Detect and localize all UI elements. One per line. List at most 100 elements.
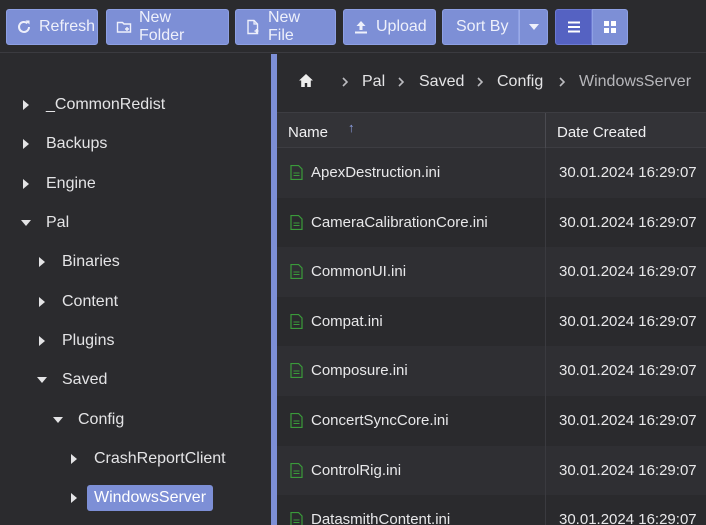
file-icon xyxy=(290,313,303,333)
tree-item-plugins[interactable]: Plugins xyxy=(35,326,121,356)
file-icon xyxy=(290,164,303,184)
sort-dropdown-button[interactable] xyxy=(519,9,548,45)
new-folder-button[interactable]: New Folder xyxy=(106,9,229,45)
caret-down-icon[interactable] xyxy=(35,373,49,387)
caret-right-icon[interactable] xyxy=(67,452,81,466)
list-view-icon xyxy=(567,21,580,33)
file-row[interactable]: ApexDestruction.ini 30.01.2024 16:29:07 xyxy=(277,148,706,198)
caret-right-icon[interactable] xyxy=(19,137,33,151)
column-divider xyxy=(545,197,546,248)
file-icon xyxy=(290,214,303,234)
column-divider xyxy=(545,445,546,496)
chevron-right-icon xyxy=(559,77,566,87)
column-date-created-header[interactable]: Date Created xyxy=(557,124,646,141)
chevron-right-icon xyxy=(342,77,349,87)
tree-item-label: Binaries xyxy=(62,253,120,270)
tree-item-crashreportclient[interactable]: CrashReportClient xyxy=(67,444,233,474)
tree-item-backups[interactable]: Backups xyxy=(19,129,114,159)
caret-down-icon[interactable] xyxy=(19,216,33,230)
column-divider[interactable] xyxy=(545,113,546,149)
tree-item-label: Saved xyxy=(62,371,108,388)
tree-item-label: Pal xyxy=(46,214,70,231)
file-row[interactable]: DatasmithContent.ini 30.01.2024 16:29:07 xyxy=(277,495,706,525)
sort-ascending-icon: ↑ xyxy=(348,120,355,135)
tree-item-label: Backups xyxy=(46,135,108,152)
grid-view-button[interactable] xyxy=(592,9,628,45)
tree-item-engine[interactable]: Engine xyxy=(19,169,103,199)
new-file-button[interactable]: New File xyxy=(235,9,336,45)
tree-item-label: Content xyxy=(62,293,119,310)
file-icon xyxy=(290,264,303,283)
column-header: Name ↑ Date Created xyxy=(277,112,706,149)
file-date-created: 30.01.2024 16:29:07 xyxy=(559,164,697,181)
list-view-button[interactable] xyxy=(555,9,592,45)
file-list: ApexDestruction.ini 30.01.2024 16:29:07 … xyxy=(277,148,706,525)
breadcrumb-item-pal[interactable]: Pal xyxy=(362,73,385,91)
file-date-created: 30.01.2024 16:29:07 xyxy=(559,213,697,231)
file-date-created: 30.01.2024 16:29:07 xyxy=(559,511,697,525)
grid-view-icon xyxy=(604,21,616,33)
file-date-created: 30.01.2024 16:29:07 xyxy=(559,461,697,479)
column-divider xyxy=(545,395,546,446)
tree-item-label: CrashReportClient xyxy=(94,450,226,467)
file-icon xyxy=(290,462,303,482)
breadcrumb-item-config[interactable]: Config xyxy=(497,73,543,91)
tree-item-pal[interactable]: Pal xyxy=(19,208,76,238)
file-row[interactable]: Composure.ini 30.01.2024 16:29:07 xyxy=(277,346,706,396)
file-icon xyxy=(290,363,303,382)
caret-right-icon[interactable] xyxy=(19,177,33,191)
caret-right-icon[interactable] xyxy=(19,98,33,112)
caret-down-icon xyxy=(528,24,539,30)
breadcrumb-item-saved[interactable]: Saved xyxy=(419,73,464,91)
caret-right-icon[interactable] xyxy=(35,334,49,348)
refresh-label: Refresh xyxy=(39,18,96,35)
tree-item-saved[interactable]: Saved xyxy=(35,365,114,395)
file-row[interactable]: ConcertSyncCore.ini 30.01.2024 16:29:07 xyxy=(277,395,706,446)
file-row[interactable]: ControlRig.ini 30.01.2024 16:29:07 xyxy=(277,445,706,496)
tree-item-binaries[interactable]: Binaries xyxy=(35,247,127,277)
upload-button[interactable]: Upload xyxy=(343,9,436,45)
file-row[interactable]: CommonUI.ini 30.01.2024 16:29:07 xyxy=(277,247,706,297)
tree-item-label: Config xyxy=(78,411,125,428)
file-date-created: 30.01.2024 16:29:07 xyxy=(559,312,697,330)
new-folder-label: New Folder xyxy=(139,9,185,44)
breadcrumb: Pal Saved Config WindowsServer xyxy=(277,54,706,111)
file-name: DatasmithContent.ini xyxy=(311,511,451,525)
caret-right-icon[interactable] xyxy=(35,255,49,269)
file-row[interactable]: CameraCalibrationCore.ini 30.01.2024 16:… xyxy=(277,197,706,248)
tree-item-content[interactable]: Content xyxy=(35,287,125,317)
home-icon[interactable] xyxy=(298,73,314,93)
file-date-created: 30.01.2024 16:29:07 xyxy=(559,362,697,380)
upload-icon xyxy=(355,21,367,34)
tree-item-label: Plugins xyxy=(62,332,115,349)
new-folder-icon xyxy=(116,21,132,33)
chevron-right-icon xyxy=(398,77,405,87)
sort-by-button[interactable]: Sort By xyxy=(442,9,519,45)
file-icon xyxy=(290,512,303,525)
refresh-button[interactable]: Refresh xyxy=(6,9,98,45)
file-name: CommonUI.ini xyxy=(311,263,407,281)
column-divider xyxy=(545,247,546,297)
caret-down-icon[interactable] xyxy=(51,413,65,427)
column-name-header[interactable]: Name xyxy=(288,124,328,141)
tree-item-label: Engine xyxy=(46,175,96,192)
toolbar: Refresh New Folder New File Upload Sort … xyxy=(0,0,706,53)
file-name: CameraCalibrationCore.ini xyxy=(311,213,488,231)
caret-right-icon[interactable] xyxy=(35,295,49,309)
breadcrumb-item-windowsserver: WindowsServer xyxy=(579,73,692,90)
column-divider xyxy=(545,495,546,525)
sort-by-label: Sort By xyxy=(456,18,509,35)
file-list-pane: Pal Saved Config WindowsServer Name ↑ Da… xyxy=(277,54,706,525)
chevron-right-icon xyxy=(477,77,484,87)
new-file-icon xyxy=(247,19,259,35)
caret-right-icon[interactable] xyxy=(67,491,81,505)
file-date-created: 30.01.2024 16:29:07 xyxy=(559,263,697,281)
file-row[interactable]: Compat.ini 30.01.2024 16:29:07 xyxy=(277,296,706,347)
tree-item-config[interactable]: Config xyxy=(51,405,131,435)
tree-item-windowsserver[interactable]: WindowsServer xyxy=(67,483,214,513)
file-name: ControlRig.ini xyxy=(311,461,402,479)
file-name: Composure.ini xyxy=(311,362,408,380)
column-divider xyxy=(545,346,546,396)
file-icon xyxy=(290,412,303,432)
tree-item-commonredist[interactable]: _CommonRedist xyxy=(19,90,172,120)
